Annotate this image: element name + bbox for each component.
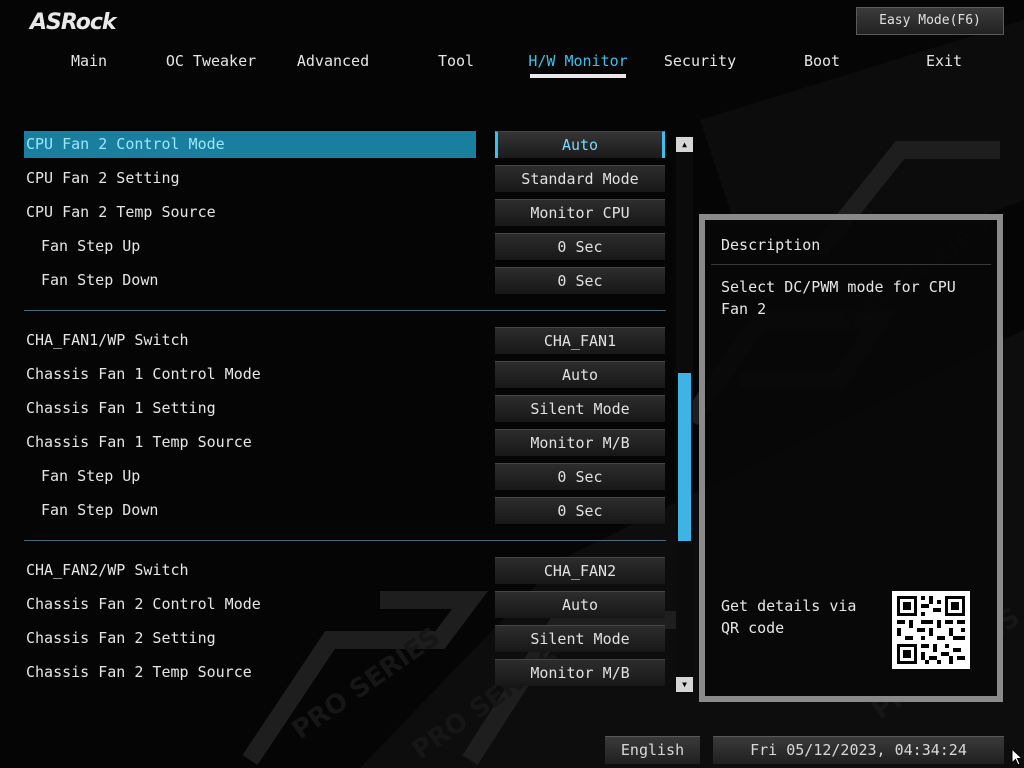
setting-label[interactable]: Chassis Fan 2 Setting xyxy=(26,625,216,651)
tab-advanced[interactable]: Advanced xyxy=(295,51,371,71)
tab-boot[interactable]: Boot xyxy=(800,51,844,71)
setting-label[interactable]: Fan Step Up xyxy=(41,463,140,489)
description-divider xyxy=(711,264,991,265)
scroll-down-icon[interactable]: ▼ xyxy=(676,677,693,692)
datetime-display: Fri 05/12/2023, 04:34:24 xyxy=(713,736,1004,764)
setting-value-dropdown[interactable]: Auto xyxy=(495,131,665,158)
setting-value-dropdown[interactable]: Monitor CPU xyxy=(495,199,665,226)
tab-main[interactable]: Main xyxy=(60,51,118,71)
mouse-cursor-icon xyxy=(1011,748,1023,766)
description-text: Select DC/PWM mode for CPU Fan 2 xyxy=(721,278,956,318)
setting-value-dropdown[interactable]: Silent Mode xyxy=(495,395,665,422)
setting-label[interactable]: Fan Step Up xyxy=(41,233,140,259)
setting-label[interactable]: Chassis Fan 1 Temp Source xyxy=(26,429,252,455)
setting-value-dropdown[interactable]: Standard Mode xyxy=(495,165,665,192)
scroll-up-icon[interactable]: ▲ xyxy=(676,137,693,152)
setting-value-dropdown[interactable]: Auto xyxy=(495,361,665,388)
tab-hw-monitor[interactable]: H/W Monitor xyxy=(528,51,628,71)
section-divider xyxy=(24,540,666,541)
asrock-logo: ASRock xyxy=(30,10,117,35)
setting-label[interactable]: CPU Fan 2 Temp Source xyxy=(26,199,216,225)
qr-code-icon xyxy=(892,591,970,669)
setting-value-dropdown[interactable]: 0 Sec xyxy=(495,463,665,490)
setting-value-dropdown[interactable]: CHA_FAN2 xyxy=(495,557,665,584)
setting-value-dropdown[interactable]: 0 Sec xyxy=(495,267,665,294)
setting-value-dropdown[interactable]: Silent Mode xyxy=(495,625,665,652)
setting-value-dropdown[interactable]: Auto xyxy=(495,591,665,618)
setting-value-dropdown[interactable]: 0 Sec xyxy=(495,233,665,260)
setting-label[interactable]: Chassis Fan 1 Setting xyxy=(26,395,216,421)
qr-caption: Get details via QR code xyxy=(721,597,857,637)
tab-exit[interactable]: Exit xyxy=(924,51,964,71)
setting-value-dropdown[interactable]: 0 Sec xyxy=(495,497,665,524)
tab-tool[interactable]: Tool xyxy=(432,51,480,71)
setting-label[interactable]: Fan Step Down xyxy=(41,267,158,293)
description-title: Description xyxy=(721,236,821,254)
easy-mode-button[interactable]: Easy Mode(F6) xyxy=(856,7,1004,35)
description-panel: Description Select DC/PWM mode for CPU F… xyxy=(699,214,1003,702)
section-divider xyxy=(24,310,666,311)
active-tab-indicator xyxy=(530,74,626,78)
setting-value-dropdown[interactable]: Monitor M/B xyxy=(495,659,665,686)
svg-text:PRO SERIES: PRO SERIES xyxy=(287,622,446,746)
setting-label[interactable]: Fan Step Down xyxy=(41,497,158,523)
scrollbar-thumb[interactable] xyxy=(678,373,691,541)
language-button[interactable]: English xyxy=(605,736,700,764)
setting-label[interactable]: CHA_FAN1/WP Switch xyxy=(26,327,189,353)
tab-oc-tweaker[interactable]: OC Tweaker xyxy=(165,51,257,71)
tab-security[interactable]: Security xyxy=(662,51,738,71)
setting-value-dropdown[interactable]: CHA_FAN1 xyxy=(495,327,665,354)
setting-value-dropdown[interactable]: Monitor M/B xyxy=(495,429,665,456)
setting-label[interactable]: CPU Fan 2 Control Mode xyxy=(26,131,225,157)
setting-label[interactable]: Chassis Fan 2 Control Mode xyxy=(26,591,261,617)
setting-label[interactable]: Chassis Fan 2 Temp Source xyxy=(26,659,252,685)
setting-label[interactable]: CPU Fan 2 Setting xyxy=(26,165,180,191)
setting-label[interactable]: CHA_FAN2/WP Switch xyxy=(26,557,189,583)
setting-label[interactable]: Chassis Fan 1 Control Mode xyxy=(26,361,261,387)
